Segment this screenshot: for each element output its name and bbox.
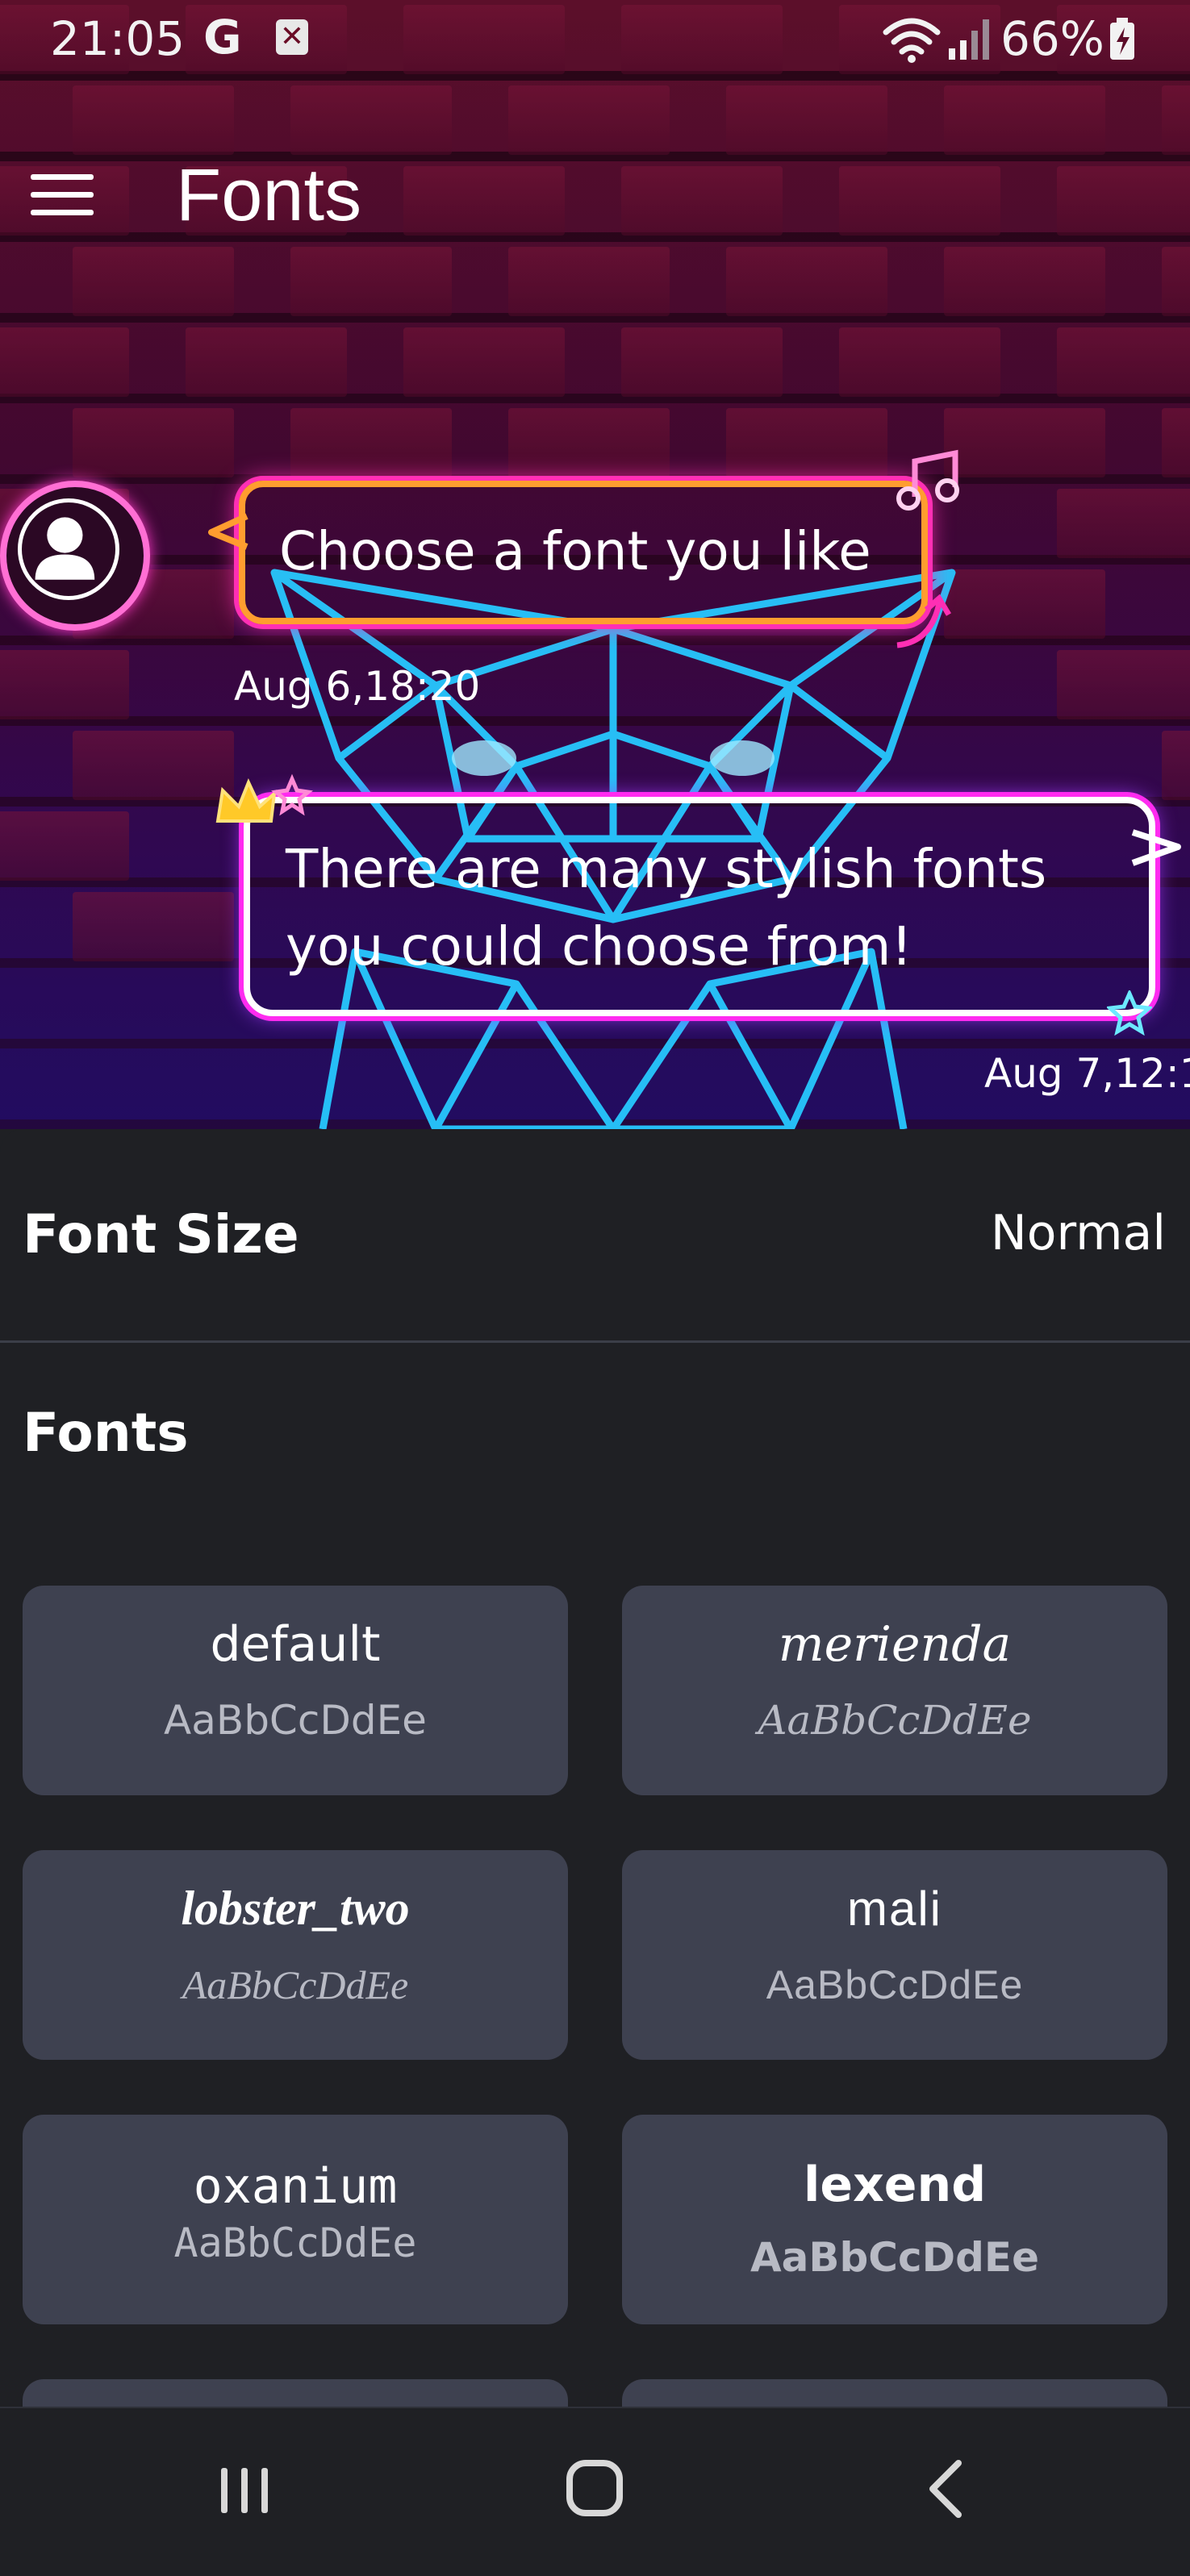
bubble-tail-icon: [208, 513, 248, 550]
font-name: mali: [846, 1882, 942, 1936]
app-bar: Fonts: [0, 137, 1190, 250]
status-bar: 21:05 G ✕ 66%: [0, 0, 1190, 81]
font-size-value[interactable]: Normal: [991, 1205, 1166, 1261]
font-sample: AaBbCcDdEe: [173, 2220, 417, 2266]
font-option-lobster-two[interactable]: lobster_two AaBbCcDdEe: [23, 1850, 568, 2060]
font-size-row[interactable]: Font Size Normal: [0, 1129, 1190, 1343]
font-name: lobster_two: [181, 1882, 410, 1935]
star-icon: [1107, 990, 1152, 1036]
font-name: merienda: [778, 1616, 1012, 1673]
notification-icon: ✕: [276, 19, 308, 55]
font-option-mali[interactable]: mali AaBbCcDdEe: [622, 1850, 1167, 2060]
user-icon: [18, 498, 119, 600]
message-timestamp: Aug 7,12:13: [984, 1050, 1190, 1097]
brick-row: [0, 323, 1190, 403]
font-size-label: Font Size: [23, 1203, 299, 1265]
font-option-default[interactable]: default AaBbCcDdEe: [23, 1586, 568, 1795]
message-timestamp: Aug 6,18:20: [234, 663, 481, 710]
bubble-tail-icon: [1131, 829, 1181, 866]
wifi-icon: [883, 18, 941, 63]
music-note-icon: [896, 449, 959, 511]
brick-row: [0, 403, 1190, 484]
font-settings-sheet: Font Size Normal Fonts default AaBbCcDdE…: [0, 1129, 1190, 2411]
font-sample: AaBbCcDdEe: [758, 1697, 1032, 1744]
font-option-lexend[interactable]: lexend AaBbCcDdEe: [622, 2115, 1167, 2324]
theme-preview: 21:05 G ✕ 66% Fonts Choose a font you li…: [0, 0, 1190, 1129]
battery-charging-icon: [1110, 18, 1134, 60]
page-title: Fonts: [176, 154, 362, 236]
font-sample: AaBbCcDdEe: [766, 1962, 1024, 2007]
arrow-decoration-icon: [896, 594, 952, 648]
home-icon[interactable]: [542, 2441, 647, 2537]
message-text: Choose a font you like: [279, 520, 871, 582]
font-name: oxanium: [193, 2158, 398, 2215]
font-option-oxanium[interactable]: oxanium AaBbCcDdEe: [23, 2115, 568, 2324]
font-sample: AaBbCcDdEe: [164, 1697, 427, 1744]
font-option-merienda[interactable]: merienda AaBbCcDdEe: [622, 1586, 1167, 1795]
font-name: lexend: [803, 2157, 987, 2213]
message-text: There are many stylish fonts you could c…: [286, 838, 1047, 977]
signal-icon: [949, 19, 989, 60]
brick-row: [0, 242, 1190, 323]
back-icon[interactable]: [894, 2441, 999, 2537]
font-sample: AaBbCcDdEe: [182, 1962, 409, 2007]
system-navigation-bar: [0, 2407, 1190, 2576]
status-time: 21:05: [50, 11, 186, 66]
fonts-heading: Fonts: [23, 1402, 189, 1464]
google-icon: G: [203, 10, 242, 65]
crown-icon: [215, 773, 313, 823]
avatar: [0, 481, 150, 631]
hamburger-menu-icon[interactable]: [31, 171, 97, 219]
font-sample: AaBbCcDdEe: [749, 2234, 1040, 2281]
battery-percentage: 66%: [1000, 11, 1104, 66]
font-name: default: [210, 1616, 381, 1673]
recents-icon[interactable]: [192, 2441, 297, 2537]
